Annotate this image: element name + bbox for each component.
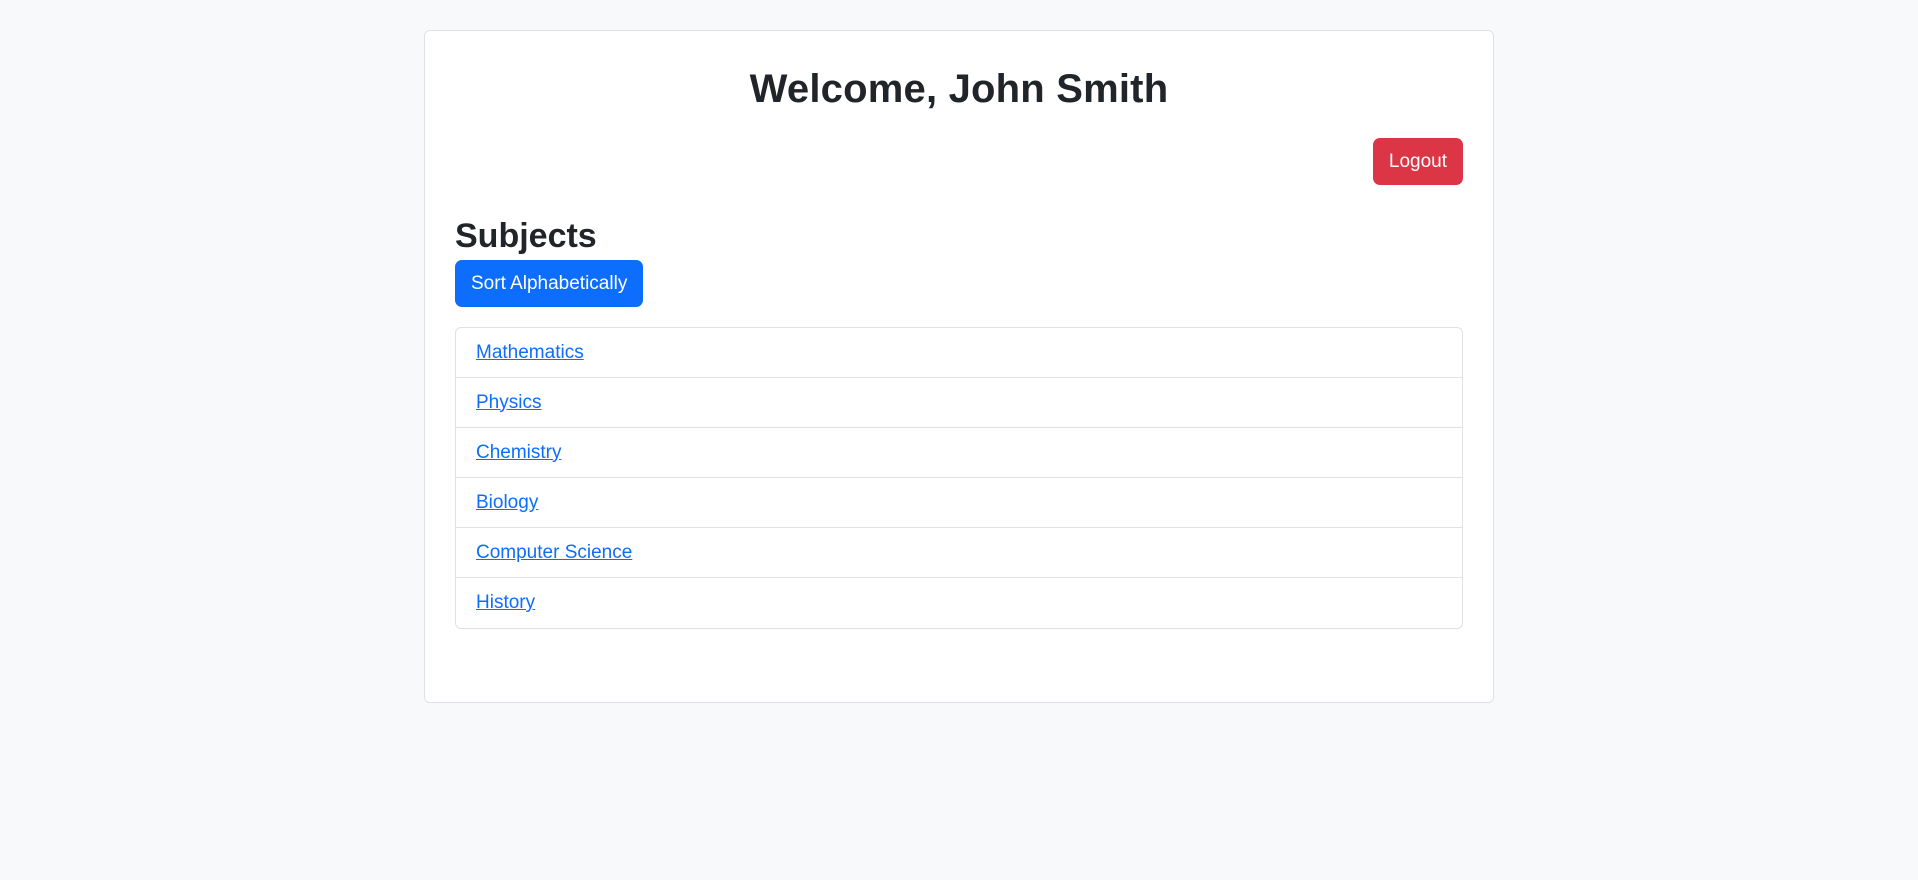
list-item: Computer Science bbox=[456, 528, 1462, 578]
list-item: Chemistry bbox=[456, 428, 1462, 478]
subject-link-computer-science[interactable]: Computer Science bbox=[476, 542, 632, 564]
page-title: Welcome, John Smith bbox=[749, 67, 1169, 111]
logout-button[interactable]: Logout bbox=[1372, 138, 1463, 185]
sort-row: Sort Alphabetically bbox=[455, 260, 1463, 307]
list-item: Physics bbox=[456, 378, 1462, 428]
sort-alphabetically-button[interactable]: Sort Alphabetically bbox=[455, 260, 644, 307]
subject-link-biology[interactable]: Biology bbox=[476, 492, 538, 514]
subject-link-history[interactable]: History bbox=[476, 592, 535, 614]
list-item: History bbox=[456, 578, 1462, 628]
list-item: Biology bbox=[456, 478, 1462, 528]
subject-link-mathematics[interactable]: Mathematics bbox=[476, 342, 584, 364]
dashboard-card: Welcome, John Smith Logout Subjects Sort… bbox=[424, 30, 1494, 703]
subject-list: Mathematics Physics Chemistry Biology Co… bbox=[455, 327, 1463, 629]
subject-link-chemistry[interactable]: Chemistry bbox=[476, 442, 562, 464]
logout-row: Logout bbox=[455, 138, 1463, 185]
subject-link-physics[interactable]: Physics bbox=[476, 392, 541, 414]
list-item: Mathematics bbox=[456, 328, 1462, 378]
subjects-heading: Subjects bbox=[455, 217, 597, 255]
